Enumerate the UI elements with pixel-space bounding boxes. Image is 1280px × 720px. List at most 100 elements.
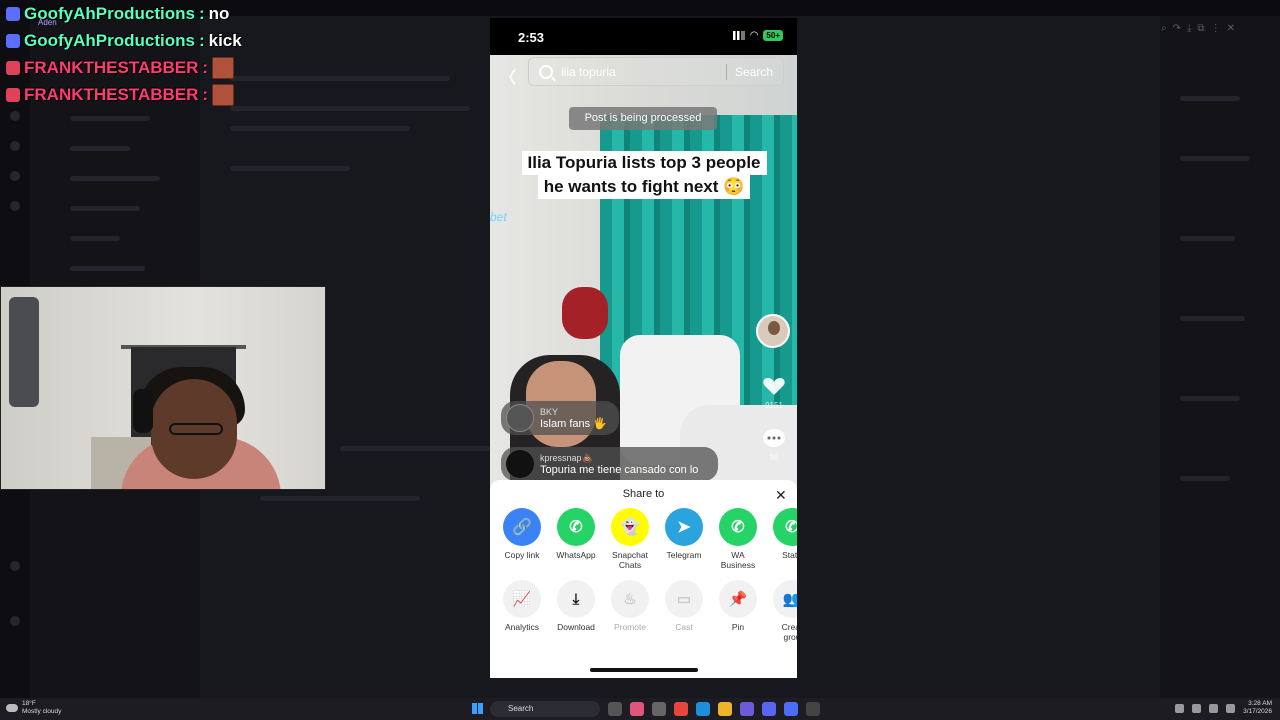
share-analytics[interactable]: 📈 Analytics <box>502 580 542 642</box>
close-icon[interactable]: ✕ <box>775 487 787 504</box>
share-label: Pin <box>731 622 745 632</box>
windows-start-icon[interactable] <box>472 703 483 714</box>
share-sheet: Share to ✕ 🔗 Copy link ✆ WhatsApp 👻 Snap… <box>490 480 797 678</box>
analytics-icon: 📈 <box>503 580 541 618</box>
telegram-icon: ➤ <box>665 508 703 546</box>
system-tray: 3:28 AM 3/17/2026 <box>1175 700 1272 716</box>
chat-badge-icon <box>6 6 20 21</box>
chat-text: kick <box>208 30 242 50</box>
zoom-icon[interactable]: ⌕ <box>1161 23 1167 34</box>
like-count: 9151 <box>765 401 783 410</box>
edge-icon[interactable] <box>696 702 710 716</box>
chat-message: GoofyAhProductions: kick <box>6 27 286 54</box>
search-bar[interactable]: ilia topuria Search <box>528 57 784 86</box>
volume-icon[interactable] <box>1226 703 1236 713</box>
share-pin[interactable]: 📌 Pin <box>718 580 758 642</box>
external-link-icon[interactable]: ⧉ <box>1197 23 1204 34</box>
taskbar-search[interactable]: Search <box>490 701 600 717</box>
neon-sign: bet <box>490 210 507 224</box>
wifi-icon: ◠ <box>749 30 759 41</box>
webcam-feed <box>0 286 326 490</box>
file-explorer-icon[interactable] <box>718 702 732 716</box>
taskbar-apps <box>608 702 820 716</box>
comment-icon[interactable] <box>762 428 786 450</box>
link-icon: 🔗 <box>503 508 541 546</box>
app-icon[interactable] <box>740 702 754 716</box>
share-title: Share to <box>622 488 665 500</box>
phone-screen: 2:53 ◠ 50+ bet 〈 ilia topuria Search Pos… <box>490 18 797 678</box>
share-label: Cast <box>675 622 693 632</box>
signal-icon <box>732 31 745 40</box>
heart-icon[interactable] <box>762 374 786 398</box>
comment-user: kpressnap💩 <box>540 452 593 463</box>
share-label: Creat grou <box>781 622 797 642</box>
comment-text: Islam fans 🖐 <box>540 417 607 430</box>
terminal-icon[interactable] <box>806 702 820 716</box>
share-status[interactable]: ✆ Statu <box>772 508 797 570</box>
share-label: Promote <box>613 622 647 632</box>
share-promote[interactable]: ♨ Promote <box>610 580 650 642</box>
share-telegram[interactable]: ➤ Telegram <box>664 508 704 570</box>
share-label: WhatsApp <box>556 550 596 560</box>
search-button[interactable]: Search <box>735 65 773 79</box>
search-input[interactable]: ilia topuria <box>561 65 726 79</box>
clock-date: 3/17/2026 <box>1243 708 1272 715</box>
stream-chat-overlay: GoofyAhProductions: no GoofyAhProduction… <box>6 0 286 108</box>
network-icon[interactable] <box>1209 703 1219 713</box>
share-wa-business[interactable]: ✆ WA Business <box>718 508 758 570</box>
wa-business-icon: ✆ <box>719 508 757 546</box>
app-icon[interactable] <box>630 702 644 716</box>
flame-icon: ♨ <box>611 580 649 618</box>
chrome-icon[interactable] <box>674 702 688 716</box>
status-bar: 2:53 ◠ 50+ <box>490 18 797 56</box>
share-whatsapp[interactable]: ✆ WhatsApp <box>556 508 596 570</box>
chat-username: GoofyAhProductions <box>24 30 195 50</box>
clock-time: 3:28 AM <box>1248 700 1272 707</box>
forward-icon[interactable]: ↷ <box>1173 23 1181 34</box>
snapchat-icon: 👻 <box>611 508 649 546</box>
back-arrow-icon[interactable]: 〈 <box>500 64 516 88</box>
chat-badge-icon <box>6 87 20 102</box>
chat-username: FRANKTHESTABBER <box>24 84 199 104</box>
share-actions-row: 📈 Analytics ⤓ Download ♨ Promote ▭ Cast … <box>502 580 797 642</box>
share-label: Analytics <box>504 622 539 632</box>
floating-comment: BKY Islam fans 🖐 <box>501 401 619 435</box>
chat-small-name: Aden <box>38 18 57 27</box>
weather-widget[interactable]: 18°F Mostly cloudy <box>6 700 61 716</box>
app-icon[interactable] <box>652 702 666 716</box>
discord-icon[interactable] <box>762 702 776 716</box>
share-copy-link[interactable]: 🔗 Copy link <box>502 508 542 570</box>
app-icon[interactable] <box>784 702 798 716</box>
chat-emote-icon <box>212 56 235 79</box>
comment-text: Topuria me tiene cansado con lo <box>540 463 699 476</box>
chat-badge-icon <box>6 60 20 75</box>
chevron-up-icon[interactable] <box>1175 703 1185 713</box>
creator-avatar[interactable] <box>756 314 790 348</box>
download-icon: ⤓ <box>557 580 595 618</box>
share-create-group[interactable]: 👥 Creat grou <box>772 580 797 642</box>
share-download[interactable]: ⤓ Download <box>556 580 596 642</box>
screen: ⌕ ↷ ⤓ ⧉ ⋮ ✕ GoofyAhProductions: no Goofy… <box>0 0 1280 720</box>
weather-temp: 18°F <box>22 700 36 707</box>
close-icon[interactable]: ✕ <box>1227 23 1235 34</box>
comment-count: 96 <box>769 453 779 462</box>
comment-user: BKY <box>540 406 559 417</box>
task-view-icon[interactable] <box>608 702 622 716</box>
avatar <box>506 404 534 432</box>
video-caption: Ilia Topuria lists top 3 people he wants… <box>510 151 778 199</box>
chat-message: FRANKTHESTABBER: <box>6 54 286 81</box>
clock[interactable]: 3:28 AM 3/17/2026 <box>1243 700 1272 716</box>
share-snapchat[interactable]: 👻 Snapchat Chats <box>610 508 650 570</box>
more-icon[interactable]: ⋮ <box>1211 23 1221 34</box>
share-cast[interactable]: ▭ Cast <box>664 580 704 642</box>
share-targets-row: 🔗 Copy link ✆ WhatsApp 👻 Snapchat Chats … <box>502 508 797 570</box>
tray-app-icon[interactable] <box>1192 703 1202 713</box>
pin-icon: 📌 <box>719 580 757 618</box>
whatsapp-icon: ✆ <box>557 508 595 546</box>
processing-toast: Post is being processed <box>569 107 717 130</box>
caption-line: Ilia Topuria lists top 3 people <box>521 151 767 175</box>
background-toolbar: ⌕ ↷ ⤓ ⧉ ⋮ ✕ <box>1155 18 1280 38</box>
home-indicator[interactable] <box>590 668 698 672</box>
download-icon[interactable]: ⤓ <box>1187 23 1191 34</box>
windows-taskbar: 18°F Mostly cloudy Search 3:28 AM 3/17/2… <box>0 698 1280 720</box>
